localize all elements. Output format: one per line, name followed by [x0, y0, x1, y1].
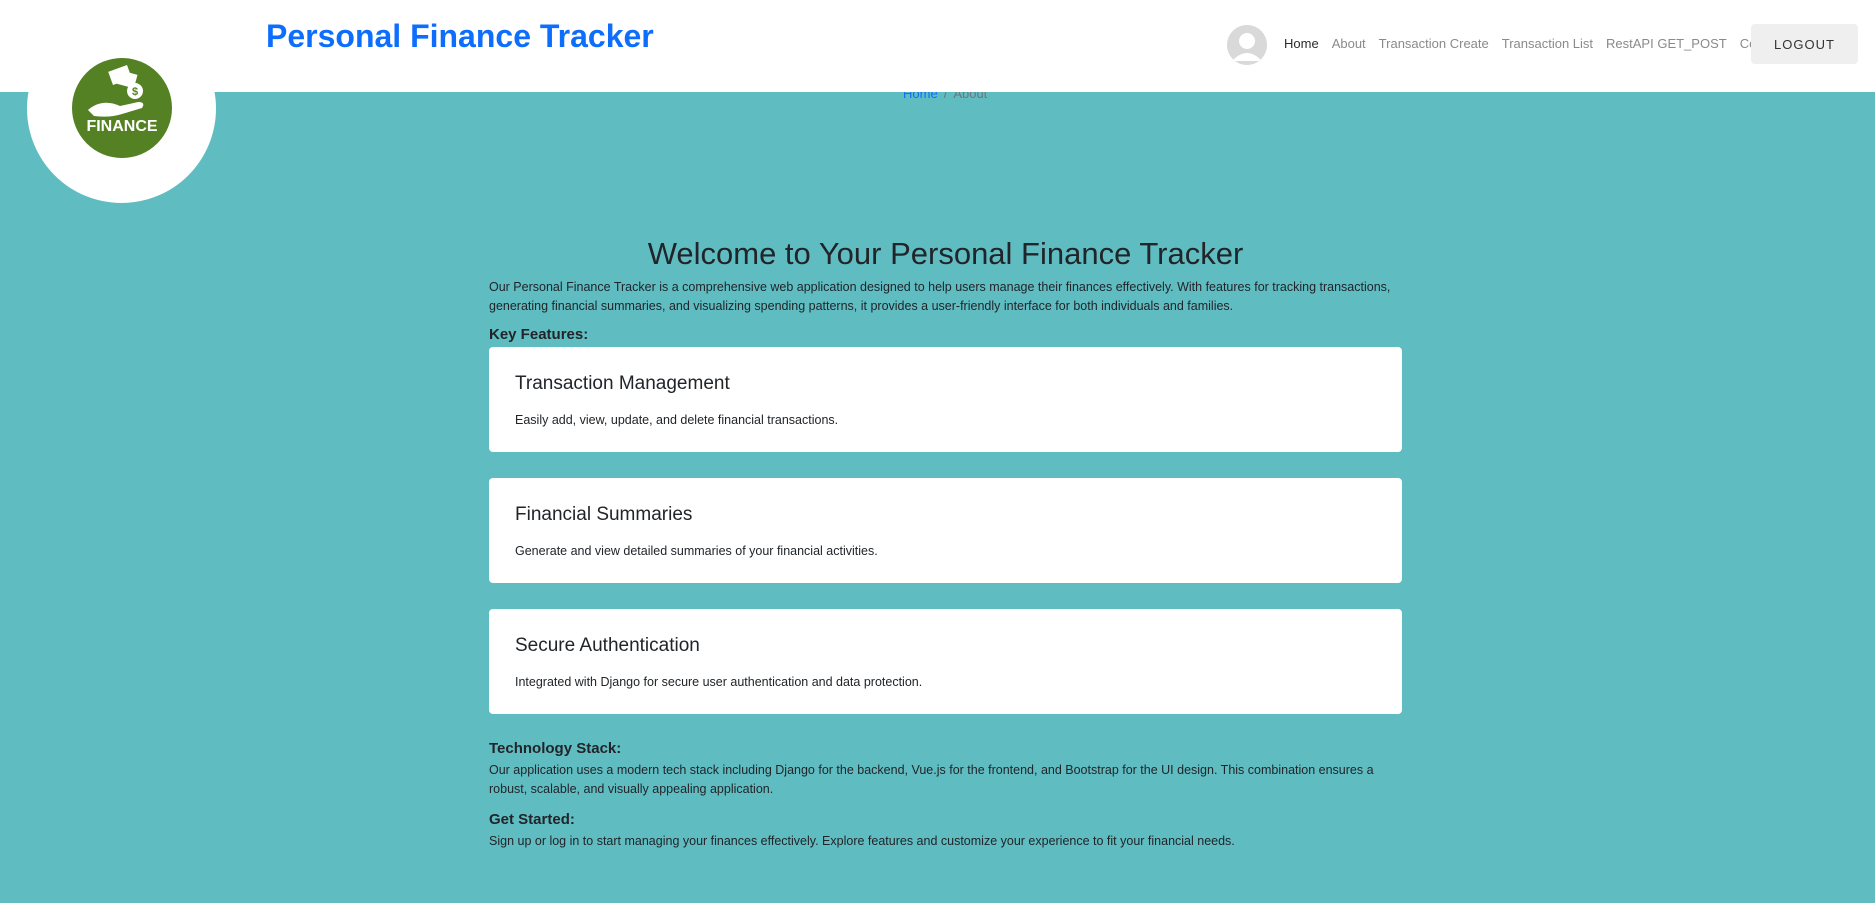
svg-text:$: $ — [132, 86, 138, 98]
top-header: Personal Finance Tracker Home About Tran… — [0, 0, 1875, 92]
logout-button[interactable]: LOGOUT — [1751, 24, 1858, 64]
get-started-heading: Get Started: — [489, 811, 575, 828]
nav-transaction-list[interactable]: Transaction List — [1502, 36, 1593, 51]
intro-text: Our Personal Finance Tracker is a compre… — [489, 280, 1391, 313]
nav-home[interactable]: Home — [1284, 36, 1319, 51]
brand-title[interactable]: Personal Finance Tracker — [266, 18, 654, 55]
feature-card: Secure Authentication Integrated with Dj… — [489, 609, 1402, 714]
nav-transaction-create[interactable]: Transaction Create — [1379, 36, 1489, 51]
feature-card: Transaction Management Easily add, view,… — [489, 347, 1402, 452]
feature-card-title: Secure Authentication — [515, 635, 700, 656]
nav-about[interactable]: About — [1332, 36, 1366, 51]
feature-card-text: Generate and view detailed summaries of … — [515, 544, 878, 558]
main-nav: Home About Transaction Create Transactio… — [1284, 36, 1785, 51]
logo-text: FINANCE — [86, 118, 158, 135]
get-started-text: Sign up or log in to start managing your… — [489, 834, 1235, 848]
tech-stack-text: Our application uses a modern tech stack… — [489, 763, 1374, 796]
money-hand-icon: $ FINANCE — [72, 58, 172, 158]
tech-stack-heading: Technology Stack: — [489, 740, 622, 757]
feature-card-title: Financial Summaries — [515, 504, 693, 525]
feature-card: Financial Summaries Generate and view de… — [489, 478, 1402, 583]
key-features-heading: Key Features: — [489, 326, 589, 343]
user-avatar-icon[interactable] — [1227, 25, 1267, 65]
feature-card-text: Integrated with Django for secure user a… — [515, 675, 923, 689]
nav-restapi[interactable]: RestAPI GET_POST — [1606, 36, 1727, 51]
feature-card-title: Transaction Management — [515, 373, 730, 394]
logo[interactable]: $ FINANCE — [27, 14, 216, 203]
page-title: Welcome to Your Personal Finance Tracker — [647, 236, 1244, 271]
main-content: Welcome to Your Personal Finance Tracker… — [489, 230, 1402, 851]
feature-card-text: Easily add, view, update, and delete fin… — [515, 413, 839, 427]
